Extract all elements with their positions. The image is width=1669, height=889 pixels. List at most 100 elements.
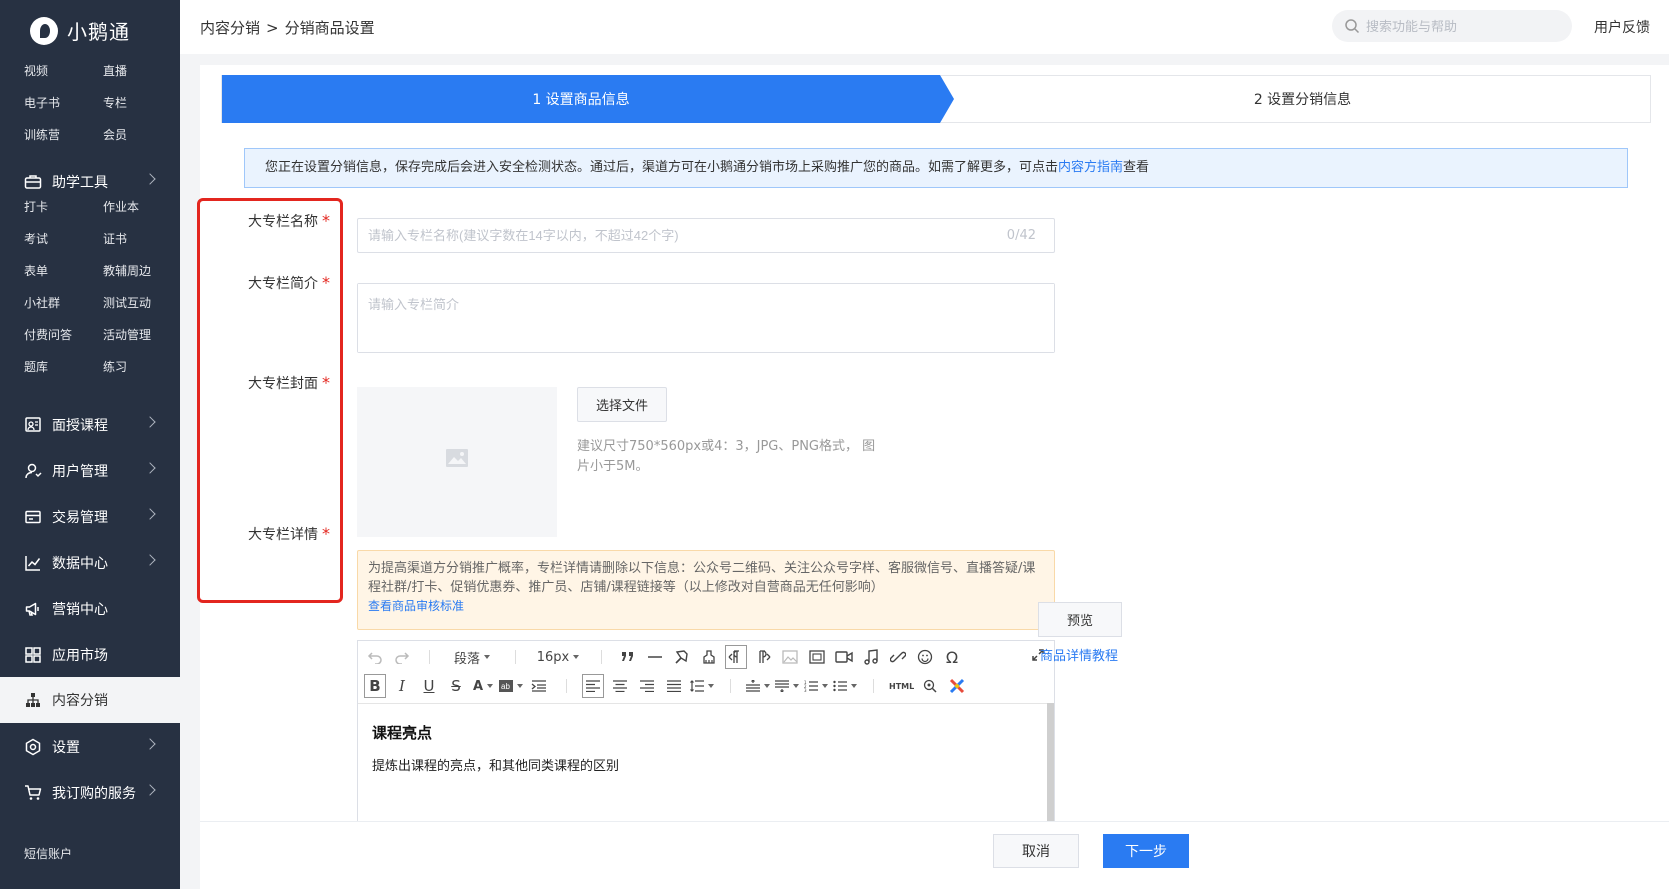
ltr-direction-icon[interactable] [725,645,747,669]
search-input[interactable] [1366,10,1562,42]
sidebar-item-content-distribution[interactable]: 内容分销 [0,677,180,723]
align-justify-icon[interactable] [663,674,685,698]
align-center-icon[interactable] [609,674,631,698]
align-right-icon[interactable] [636,674,658,698]
unordered-list-icon[interactable] [833,674,857,698]
font-size-select[interactable]: 16px [531,645,585,669]
align-left-icon[interactable] [582,674,604,698]
sidebar-item-camp[interactable]: 训练营 [24,119,103,151]
sidebar-item-merch[interactable]: 教辅周边 [103,255,182,287]
plugin-icon[interactable] [946,674,968,698]
html-source-icon[interactable]: HTML [889,674,914,698]
cancel-button[interactable]: 取消 [993,834,1079,868]
content-heading: 课程亮点 [372,724,433,742]
italic-icon[interactable]: I [391,674,413,698]
sidebar-item-label: 我订购的服务 [52,786,136,802]
required-mark: * [322,273,330,292]
sidebar-item-homework[interactable]: 作业本 [103,191,182,223]
breadcrumb-item[interactable]: 内容分销 [200,19,260,37]
sidebar-item-quiz[interactable]: 测试互动 [103,287,182,319]
paragraph-select[interactable]: 段落 [445,645,499,669]
rtl-direction-icon[interactable] [752,645,774,669]
sidebar-item-users[interactable]: 用户管理 [0,447,180,495]
review-standard-link[interactable]: 查看商品审核标准 [368,597,1044,616]
sidebar-item-label: 设置 [52,740,80,756]
paragraph-spacing-bottom-icon[interactable] [775,674,799,698]
feedback-link[interactable]: 用户反馈 [1594,17,1650,37]
sidebar-item-practice[interactable]: 练习 [103,351,182,383]
sidebar-item-certificate[interactable]: 证书 [103,223,182,255]
sidebar-item-offline-course[interactable]: 面授课程 [0,401,180,449]
sidebar-item-form[interactable]: 表单 [24,255,103,287]
strikethrough-icon[interactable]: S [445,674,467,698]
sidebar-item-ebook[interactable]: 电子书 [24,87,103,119]
emoji-icon[interactable] [914,645,936,669]
required-mark: * [322,524,330,543]
sidebar-item-member[interactable]: 会员 [103,119,182,151]
sidebar-item-subscriptions[interactable]: 我订购的服务 [0,769,180,817]
sidebar-item-settings[interactable]: 设置 [0,723,180,771]
insert-image-icon[interactable] [806,645,828,669]
guide-link[interactable]: 内容方指南 [1058,160,1123,175]
next-step-button[interactable]: 下一步 [1103,834,1189,868]
detail-tutorial-link[interactable]: 商品详情教程 [1040,645,1118,664]
redo-icon[interactable] [391,645,413,669]
image-icon[interactable] [779,645,801,669]
sidebar-item-checkin[interactable]: 打卡 [24,191,103,223]
audio-icon[interactable] [860,645,882,669]
breadcrumb-separator: > [266,19,279,37]
sidebar-item-trade[interactable]: 交易管理 [0,493,180,541]
megaphone-icon [24,600,42,618]
sidebar-item-sms-account[interactable]: 短信账户 [24,845,72,862]
format-painter-icon[interactable] [671,645,693,669]
blockquote-icon[interactable] [617,645,639,669]
paragraph-spacing-top-icon[interactable] [746,674,770,698]
sidebar-item-activity[interactable]: 活动管理 [103,319,182,351]
link-icon[interactable] [887,645,909,669]
sidebar-item-community[interactable]: 小社群 [24,287,103,319]
special-char-icon[interactable]: Ω [941,645,963,669]
cover-label: 大专栏封面 * [248,373,330,392]
image-placeholder-icon [445,448,469,472]
preview-button[interactable]: 预览 [1038,602,1122,637]
cover-preview[interactable] [357,387,557,537]
horizontal-rule-icon[interactable] [644,645,666,669]
search-box[interactable] [1332,10,1572,42]
logo[interactable]: 小鹅通 [30,16,130,45]
column-brief-field[interactable] [357,283,1055,353]
sidebar-item-live[interactable]: 直播 [103,55,182,87]
clear-format-icon[interactable] [698,645,720,669]
sidebar-item-question-bank[interactable]: 题库 [24,351,103,383]
ordered-list-icon[interactable]: 123 [804,674,828,698]
column-brief-input[interactable] [358,284,1054,352]
undo-icon[interactable] [364,645,386,669]
bold-icon[interactable]: B [364,674,386,698]
sidebar-item-video[interactable]: 视频 [24,55,103,87]
indent-icon[interactable] [528,674,550,698]
step-2: 2 设置分销信息 [1253,92,1352,108]
choose-file-button[interactable]: 选择文件 [577,387,667,422]
detail-label: 大专栏详情 * [248,524,330,543]
sidebar-item-paid-qa[interactable]: 付费问答 [24,319,103,351]
column-name-input[interactable] [368,219,958,252]
line-height-icon[interactable] [690,674,714,698]
chart-icon [24,554,42,572]
sidebar-item-label: 营销中心 [52,602,108,618]
cart-icon [24,784,42,802]
sidebar-item-app-market[interactable]: 应用市场 [0,631,180,679]
video-icon[interactable] [833,645,855,669]
search-replace-icon[interactable] [919,674,941,698]
logo-text: 小鹅通 [67,20,130,44]
distribution-icon [24,691,42,709]
font-color-icon[interactable]: A [472,674,494,698]
sidebar-item-data-center[interactable]: 数据中心 [0,539,180,587]
sidebar-item-marketing[interactable]: 营销中心 [0,585,180,633]
underline-icon[interactable]: U [418,674,440,698]
sidebar-item-column[interactable]: 专栏 [103,87,182,119]
highlight-color-icon[interactable]: ab [499,674,523,698]
column-name-field[interactable]: 0/42 [357,218,1055,253]
sidebar-item-label: 面授课程 [52,418,108,434]
sidebar-item-exam[interactable]: 考试 [24,223,103,255]
top-bar: 内容分销 > 分销商品设置 用户反馈 [180,0,1669,54]
sidebar-item-label: 交易管理 [52,510,108,526]
